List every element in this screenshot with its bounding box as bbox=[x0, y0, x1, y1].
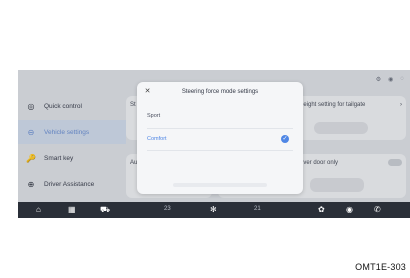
divider bbox=[147, 128, 293, 129]
checkmark-icon: ✓ bbox=[281, 135, 289, 143]
phone-icon[interactable]: ✆ bbox=[374, 205, 381, 214]
option-sport[interactable]: Sport bbox=[147, 113, 160, 119]
apps-grid-icon[interactable]: ▦ bbox=[68, 205, 76, 214]
settings-gear-icon[interactable]: ✿ bbox=[318, 205, 325, 214]
left-temperature[interactable]: 23 bbox=[164, 206, 171, 212]
home-icon[interactable]: ⌂ bbox=[36, 205, 41, 214]
modal-footer-bar bbox=[173, 183, 267, 187]
fan-icon[interactable]: ✻ bbox=[210, 205, 217, 214]
top-band bbox=[0, 0, 410, 18]
bottom-bar: ⌂ ▦ ⛟ 23 ✻ 21 ✿ ◉ ✆ bbox=[18, 202, 410, 218]
steering-force-modal: ✕ Steering force mode settings Sport Com… bbox=[137, 82, 303, 194]
camera-icon[interactable]: ◉ bbox=[346, 205, 353, 214]
option-comfort[interactable]: Comfort bbox=[147, 136, 167, 142]
divider bbox=[147, 150, 293, 151]
car-icon[interactable]: ⛟ bbox=[100, 205, 110, 215]
infotainment-screen: ⚙ ◉ ◌ ◎ Quick control ⊖ Vehicle settings… bbox=[18, 70, 410, 218]
modal-title: Steering force mode settings bbox=[181, 89, 259, 95]
right-temperature[interactable]: 21 bbox=[254, 206, 261, 212]
figure-caption: OMT1E-303 bbox=[355, 262, 406, 272]
